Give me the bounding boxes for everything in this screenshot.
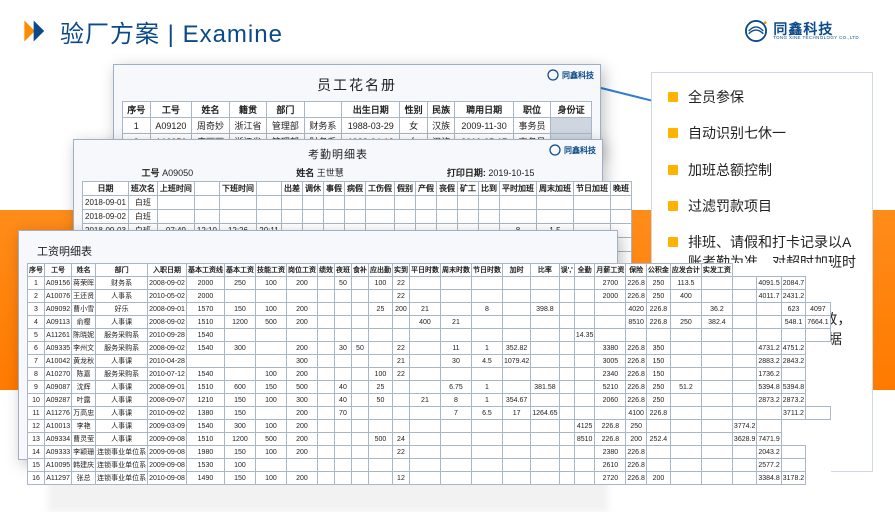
table-row: 8A10270陈嘉服务采购系2010-07-121540100200100222… bbox=[28, 368, 831, 381]
brand-logo: 同鑫科技 TONG XINE TECHNOLOGY CO.,LTD bbox=[745, 20, 869, 42]
table-row: 13A09334曹灵莹人事课2009-09-081510120050020050… bbox=[28, 433, 831, 446]
table-row: 14A09333李颖珊连锁事业单位系2009-09-08198015010020… bbox=[28, 446, 831, 459]
table-row: 4A09113俞樱人事课2008-09-02151012005002004002… bbox=[28, 316, 831, 329]
bullet-icon bbox=[668, 201, 678, 211]
feature-text: 加班总额控制 bbox=[688, 160, 772, 180]
table-row: 2018-09-01白班 bbox=[83, 196, 632, 210]
brand-logo-icon bbox=[745, 20, 767, 42]
page-title: 验厂方案 | Examine bbox=[60, 14, 283, 49]
feature-text: 自动识别七休一 bbox=[688, 123, 786, 143]
payroll-title: 工资明细表 bbox=[27, 237, 609, 263]
feature-item: 自动识别七休一 bbox=[668, 123, 858, 143]
table-row: 16A11297张总连锁事业单位系2010-09-081490150100200… bbox=[28, 472, 831, 485]
table-row: 5A11261陈晓妮服务采购系2010-09-28154014.35 bbox=[28, 329, 831, 342]
table-row: 6A09335李州文服务采购系2008-09-02154030020030502… bbox=[28, 342, 831, 355]
feature-item: 加班总额控制 bbox=[668, 160, 858, 180]
payroll-window: 工资明细表 序号工号姓名部门入职日期基本工资线基本工资技能工资岗位工资绩效夜班食… bbox=[18, 230, 618, 460]
roster-window-logo: 同鑫科技 bbox=[547, 69, 594, 81]
bullet-icon bbox=[668, 128, 678, 138]
table-row: 15A10095韩建庆连锁事业单位系2009-09-08153010026102… bbox=[28, 459, 831, 472]
feature-text: 过滤罚款项目 bbox=[688, 196, 772, 216]
attendance-window-logo: 同鑫科技 bbox=[549, 144, 596, 156]
brand-name-en: TONG XINE TECHNOLOGY CO.,LTD bbox=[773, 36, 859, 41]
brand-name-cn: 同鑫科技 bbox=[773, 22, 869, 36]
payroll-table: 序号工号姓名部门入职日期基本工资线基本工资技能工资岗位工资绩效夜班食补应出勤实到… bbox=[27, 263, 831, 485]
attendance-meta: 工号 A09050 姓名 王世慧 打印日期: 2019-10-15 bbox=[82, 162, 594, 181]
table-row: 9A09087沈辉人事课2008-09-01151060015050040256… bbox=[28, 381, 831, 394]
bullet-icon bbox=[668, 237, 678, 247]
table-row: 11A11276万高忠人事课2010-09-0213801502007076.5… bbox=[28, 407, 831, 420]
chevron-icon bbox=[22, 17, 50, 45]
bullet-icon bbox=[668, 165, 678, 175]
table-row: 2A10076王还贤人事系2010-05-022000222000226.825… bbox=[28, 290, 831, 303]
attendance-title: 考勤明细表 bbox=[82, 146, 594, 162]
feature-text: 全员参保 bbox=[688, 87, 744, 107]
table-row: 12A10013李艳人事课2009-03-0915403001002004125… bbox=[28, 420, 831, 433]
feature-item: 过滤罚款项目 bbox=[668, 196, 858, 216]
feature-item: 全员参保 bbox=[668, 87, 858, 107]
table-row: 10A09287叶露人事课2008-09-0712101501003004050… bbox=[28, 394, 831, 407]
table-row: 2018-09-02白班 bbox=[83, 210, 632, 224]
table-row: 1A09120周奇妙浙江省管理部财务系1988-03-29女汉族2009-11-… bbox=[123, 118, 592, 134]
bullet-icon bbox=[668, 92, 678, 102]
table-row: 7A10042黄龙秋人事课2010-04-2830021304.51079.42… bbox=[28, 355, 831, 368]
roster-title: 员工花名册 bbox=[122, 71, 592, 101]
table-row: 1A09156蒋荣晖财务系2008-09-0220002501002005010… bbox=[28, 277, 831, 290]
table-row: 3A09092曹小雪好乐2008-09-01157015010020025200… bbox=[28, 303, 831, 316]
